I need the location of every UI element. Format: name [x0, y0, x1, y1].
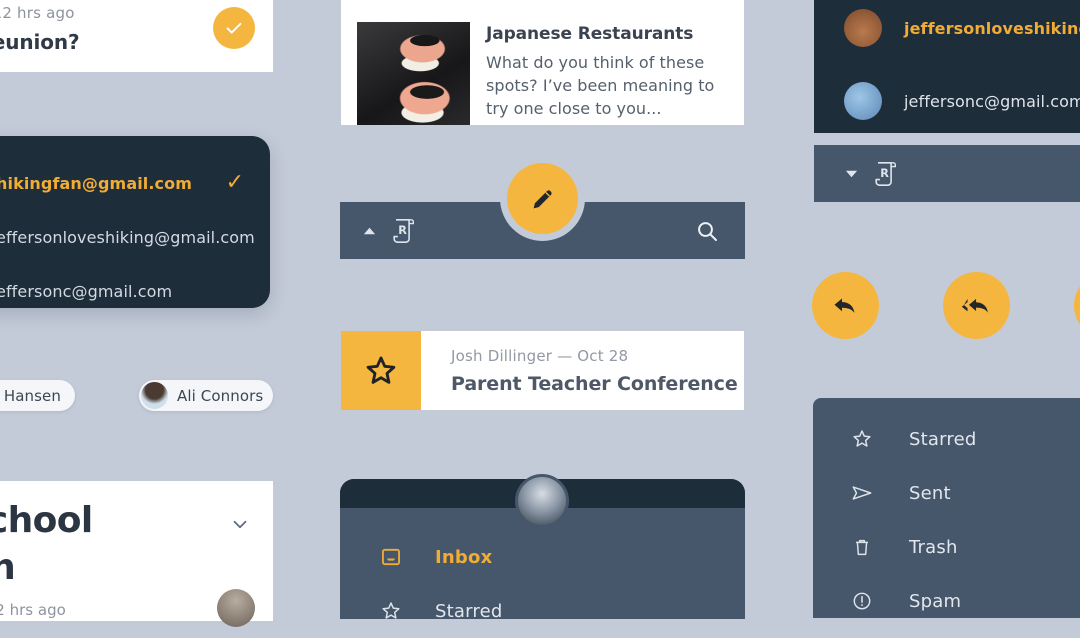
star-button[interactable] — [341, 331, 421, 410]
avatar[interactable] — [515, 474, 569, 528]
right-nav-list[interactable]: Starred Sent Trash Spam — [813, 398, 1080, 618]
reply-all-icon — [961, 298, 988, 313]
account-email: jeffersonloveshiking@gmail — [904, 18, 1080, 38]
caret-up-icon — [363, 227, 376, 234]
sidebar-item-label: Spam — [909, 590, 962, 612]
reunion-mail-card[interactable]: - 12 hrs ago reunion? — [0, 0, 273, 72]
brand-button[interactable]: R — [391, 217, 416, 245]
scroll-r-icon: R — [875, 161, 896, 186]
compose-fab[interactable] — [507, 163, 578, 234]
reply-icon — [834, 298, 854, 313]
account-row[interactable]: jeffersonloveshiking@gmail — [814, 0, 1080, 58]
caret-down-button[interactable] — [844, 168, 859, 180]
sidebar-item-label: Inbox — [435, 546, 493, 568]
sushi-thumbnail — [357, 22, 470, 125]
account-email: effersonloveshiking@gmail.com — [0, 227, 255, 247]
avatar — [844, 9, 882, 47]
nav-drawer[interactable]: Inbox Starred — [340, 474, 745, 622]
account-row[interactable]: hikingfan@gmail.com ✓ — [0, 156, 270, 210]
japanese-restaurants-card[interactable]: Japanese Restaurants What do you think o… — [341, 0, 744, 125]
search-icon — [698, 221, 717, 241]
svg-text:R: R — [880, 166, 889, 179]
school-meta: — 12 hrs ago — [0, 601, 66, 619]
chip-label: r Hansen — [0, 386, 61, 405]
reunion-text-wrap: - 12 hrs ago reunion? — [0, 0, 213, 54]
sidebar-item-trash[interactable]: Trash — [813, 520, 1080, 574]
expand-button[interactable] — [229, 513, 251, 535]
sidebar-item-starred[interactable]: Starred — [813, 412, 1080, 466]
search-button[interactable] — [695, 219, 719, 243]
scroll-r-icon: R — [393, 218, 414, 243]
star-outline-icon — [382, 602, 400, 619]
sidebar-item-spam[interactable]: Spam — [813, 574, 1080, 628]
inbox-icon — [382, 548, 400, 566]
school-title-line2: on — [0, 547, 16, 588]
japanese-card-snippet: What do you think of these spots? I’ve b… — [486, 53, 715, 118]
recipient-chip-ali-connors[interactable]: Ali Connors — [139, 380, 273, 411]
reunion-subject: reunion? — [0, 30, 80, 54]
caret-down-icon — [845, 170, 858, 177]
account-email: hikingfan@gmail.com — [0, 173, 193, 193]
sidebar-item-label: Starred — [435, 600, 503, 622]
chevron-down-icon — [233, 520, 247, 529]
school-mail-card[interactable]: school on — 12 hrs ago — [0, 481, 273, 627]
sidebar-item-label: Sent — [909, 482, 951, 504]
avatar — [844, 82, 882, 120]
account-row[interactable]: jeffersonc@gmail.com — [814, 71, 1080, 131]
check-button[interactable] — [213, 7, 255, 49]
reunion-meta: - 12 hrs ago — [0, 4, 75, 22]
account-row[interactable]: effersonloveshiking@gmail.com — [0, 210, 270, 264]
sidebar-item-starred[interactable]: Starred — [340, 584, 745, 638]
pencil-icon — [533, 189, 552, 208]
partial-fab[interactable] — [1074, 272, 1080, 339]
ptc-meta: Josh Dillinger — Oct 28 — [451, 347, 629, 365]
reply-all-fab[interactable] — [943, 272, 1010, 339]
fab-notch — [500, 156, 585, 241]
accounts-dropdown-right[interactable]: jeffersonloveshiking@gmail jeffersonc@gm… — [814, 0, 1080, 133]
check-icon: ✓ — [225, 170, 244, 195]
trash-icon — [856, 539, 868, 556]
star-outline-icon — [853, 430, 871, 447]
account-email: effersonc@gmail.com — [0, 281, 173, 301]
avatar — [141, 382, 168, 409]
ptc-subject: Parent Teacher Conference — [451, 373, 738, 395]
right-app-bar[interactable]: R — [814, 145, 1080, 202]
parent-teacher-conference-card[interactable]: Josh Dillinger — Oct 28 Parent Teacher C… — [341, 331, 744, 410]
ptc-body: Josh Dillinger — Oct 28 Parent Teacher C… — [421, 331, 744, 410]
account-row[interactable]: effersonc@gmail.com — [0, 264, 270, 318]
japanese-card-body: Japanese Restaurants What do you think o… — [486, 0, 728, 118]
star-outline-icon — [366, 356, 396, 384]
recipient-chip-hansen[interactable]: r Hansen — [0, 380, 75, 411]
check-icon — [226, 22, 242, 34]
japanese-card-title: Japanese Restaurants — [486, 24, 694, 44]
svg-text:R: R — [398, 223, 407, 236]
sidebar-item-label: Trash — [909, 536, 958, 558]
brand-button[interactable]: R — [873, 160, 898, 188]
chip-label: Ali Connors — [177, 386, 264, 405]
accounts-dropdown-left[interactable]: hikingfan@gmail.com ✓ effersonloveshikin… — [0, 136, 270, 308]
reply-fab[interactable] — [812, 272, 879, 339]
sidebar-item-inbox[interactable]: Inbox — [340, 530, 745, 584]
account-email: jeffersonc@gmail.com — [904, 91, 1080, 111]
sidebar-item-label: Starred — [909, 428, 977, 450]
school-title-line1: school — [0, 500, 93, 541]
send-icon — [852, 486, 872, 500]
avatar — [217, 589, 255, 627]
alert-circle-icon — [853, 592, 871, 610]
caret-up-button[interactable] — [362, 225, 377, 237]
sidebar-item-sent[interactable]: Sent — [813, 466, 1080, 520]
